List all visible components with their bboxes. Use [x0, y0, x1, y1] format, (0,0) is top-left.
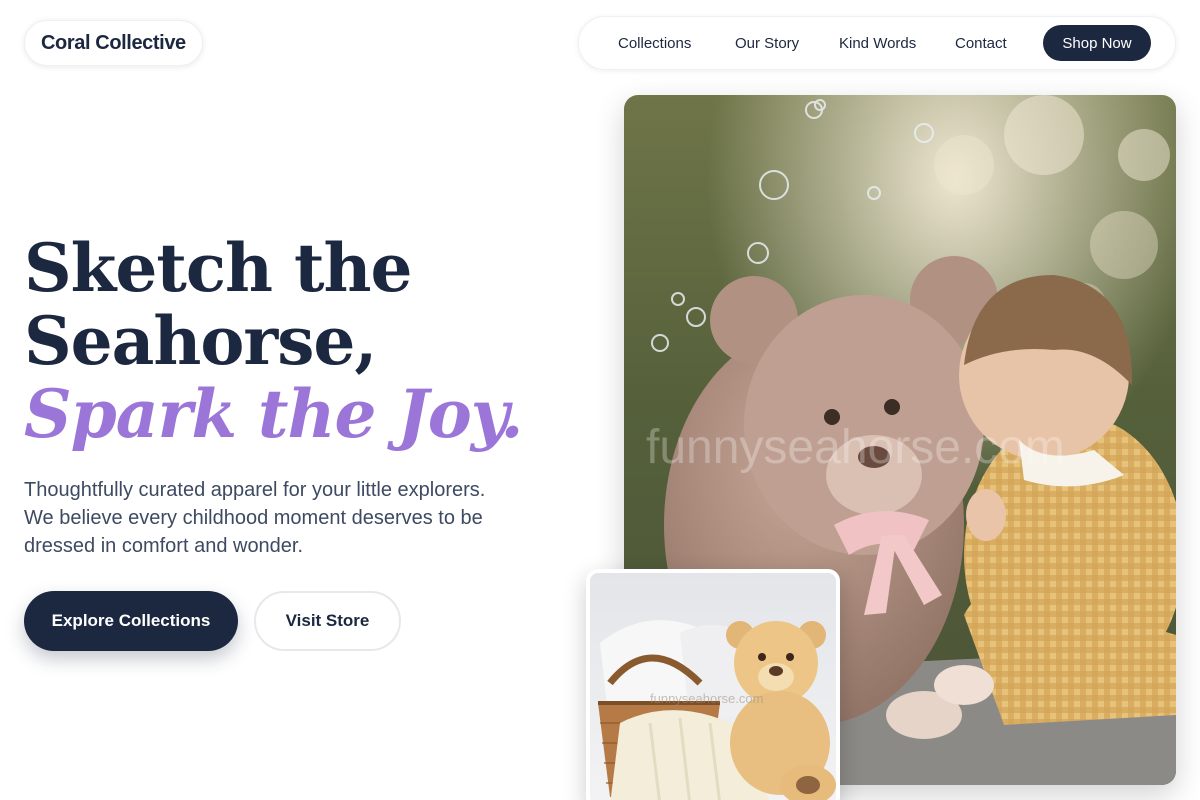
hero-title-line-1: Sketch the [24, 229, 412, 307]
visit-store-button[interactable]: Visit Store [254, 591, 401, 651]
shop-now-button[interactable]: Shop Now [1043, 25, 1151, 61]
main-nav: Collections Our Story Kind Words Contact… [578, 16, 1176, 70]
hero-subtitle-line-1: Thoughtfully curated apparel for your li… [24, 479, 486, 501]
hero-subtitle-line-2: We believe every childhood moment deserv… [24, 507, 483, 529]
hero-title-accent: Spark the Joy. [24, 375, 523, 453]
nav-link-collections[interactable]: Collections [618, 35, 691, 52]
nav-link-contact[interactable]: Contact [955, 35, 1007, 52]
hero-subtitle: Thoughtfully curated apparel for your li… [24, 476, 544, 560]
inset-photo-watermark: funnyseahorse.com [650, 691, 763, 706]
inset-photo-illustration: funnyseahorse.com [590, 573, 836, 800]
brand-name: Coral Collective [41, 31, 186, 54]
hero-title-line-2: Seahorse, [24, 302, 377, 380]
nav-link-kind-words[interactable]: Kind Words [839, 35, 916, 52]
main-photo-watermark: funnyseahorse.com [646, 421, 1065, 474]
hero-title: Sketch the Seahorse, Spark the Joy. [24, 232, 523, 451]
inset-photo-teddy-basket: funnyseahorse.com [586, 569, 840, 800]
explore-collections-button[interactable]: Explore Collections [24, 591, 238, 651]
landing-page: Coral Collective Collections Our Story K… [0, 0, 1200, 800]
hero-subtitle-line-3: dressed in comfort and wonder. [24, 535, 304, 557]
nav-link-our-story[interactable]: Our Story [735, 35, 799, 52]
brand-logo[interactable]: Coral Collective [24, 20, 203, 66]
